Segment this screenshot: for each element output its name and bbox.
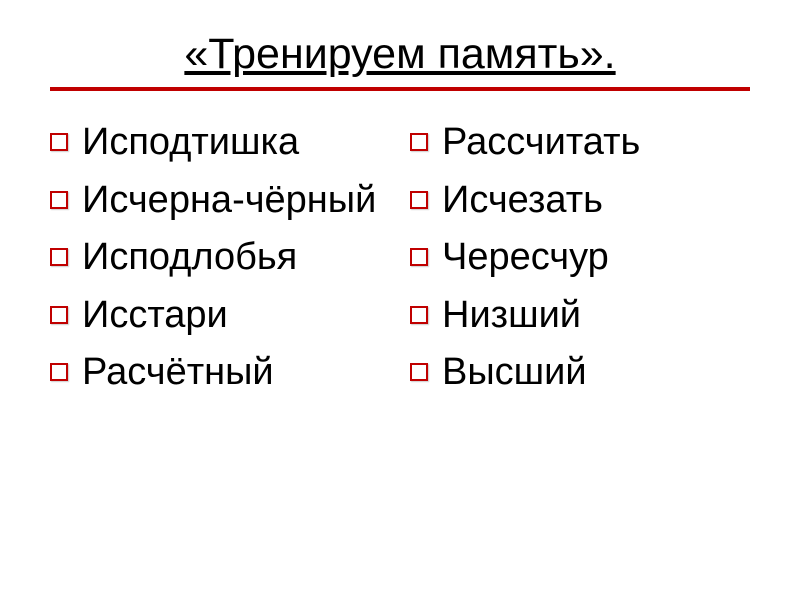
- square-bullet-icon: [410, 363, 428, 381]
- list-item: Исчерна-чёрный: [50, 177, 390, 225]
- title-underline: [50, 87, 750, 91]
- list-item: Исчезать: [410, 177, 750, 225]
- right-column: Рассчитать Исчезать Чересчур Низший Высш…: [410, 119, 750, 407]
- word-text: Высший: [442, 349, 587, 397]
- word-text: Исподтишка: [82, 119, 299, 167]
- slide-container: «Тренируем память». Исподтишка Исчерна-ч…: [0, 0, 800, 600]
- left-column: Исподтишка Исчерна-чёрный Исподлобья Исс…: [50, 119, 390, 407]
- word-text: Исстари: [82, 292, 228, 340]
- word-text: Рассчитать: [442, 119, 640, 167]
- list-item: Исстари: [50, 292, 390, 340]
- square-bullet-icon: [50, 306, 68, 324]
- list-item: Высший: [410, 349, 750, 397]
- word-text: Исчезать: [442, 177, 603, 225]
- square-bullet-icon: [410, 133, 428, 151]
- list-item: Чересчур: [410, 234, 750, 282]
- square-bullet-icon: [50, 363, 68, 381]
- square-bullet-icon: [50, 133, 68, 151]
- square-bullet-icon: [50, 248, 68, 266]
- word-text: Чересчур: [442, 234, 609, 282]
- square-bullet-icon: [410, 248, 428, 266]
- word-text: Исподлобья: [82, 234, 297, 282]
- square-bullet-icon: [410, 191, 428, 209]
- content-columns: Исподтишка Исчерна-чёрный Исподлобья Исс…: [50, 119, 750, 407]
- square-bullet-icon: [410, 306, 428, 324]
- list-item: Исподлобья: [50, 234, 390, 282]
- square-bullet-icon: [50, 191, 68, 209]
- word-text: Расчётный: [82, 349, 274, 397]
- list-item: Исподтишка: [50, 119, 390, 167]
- list-item: Низший: [410, 292, 750, 340]
- word-text: Низший: [442, 292, 581, 340]
- word-text: Исчерна-чёрный: [82, 177, 376, 225]
- list-item: Расчётный: [50, 349, 390, 397]
- slide-title: «Тренируем память».: [184, 30, 615, 79]
- list-item: Рассчитать: [410, 119, 750, 167]
- title-wrap: «Тренируем память».: [50, 30, 750, 79]
